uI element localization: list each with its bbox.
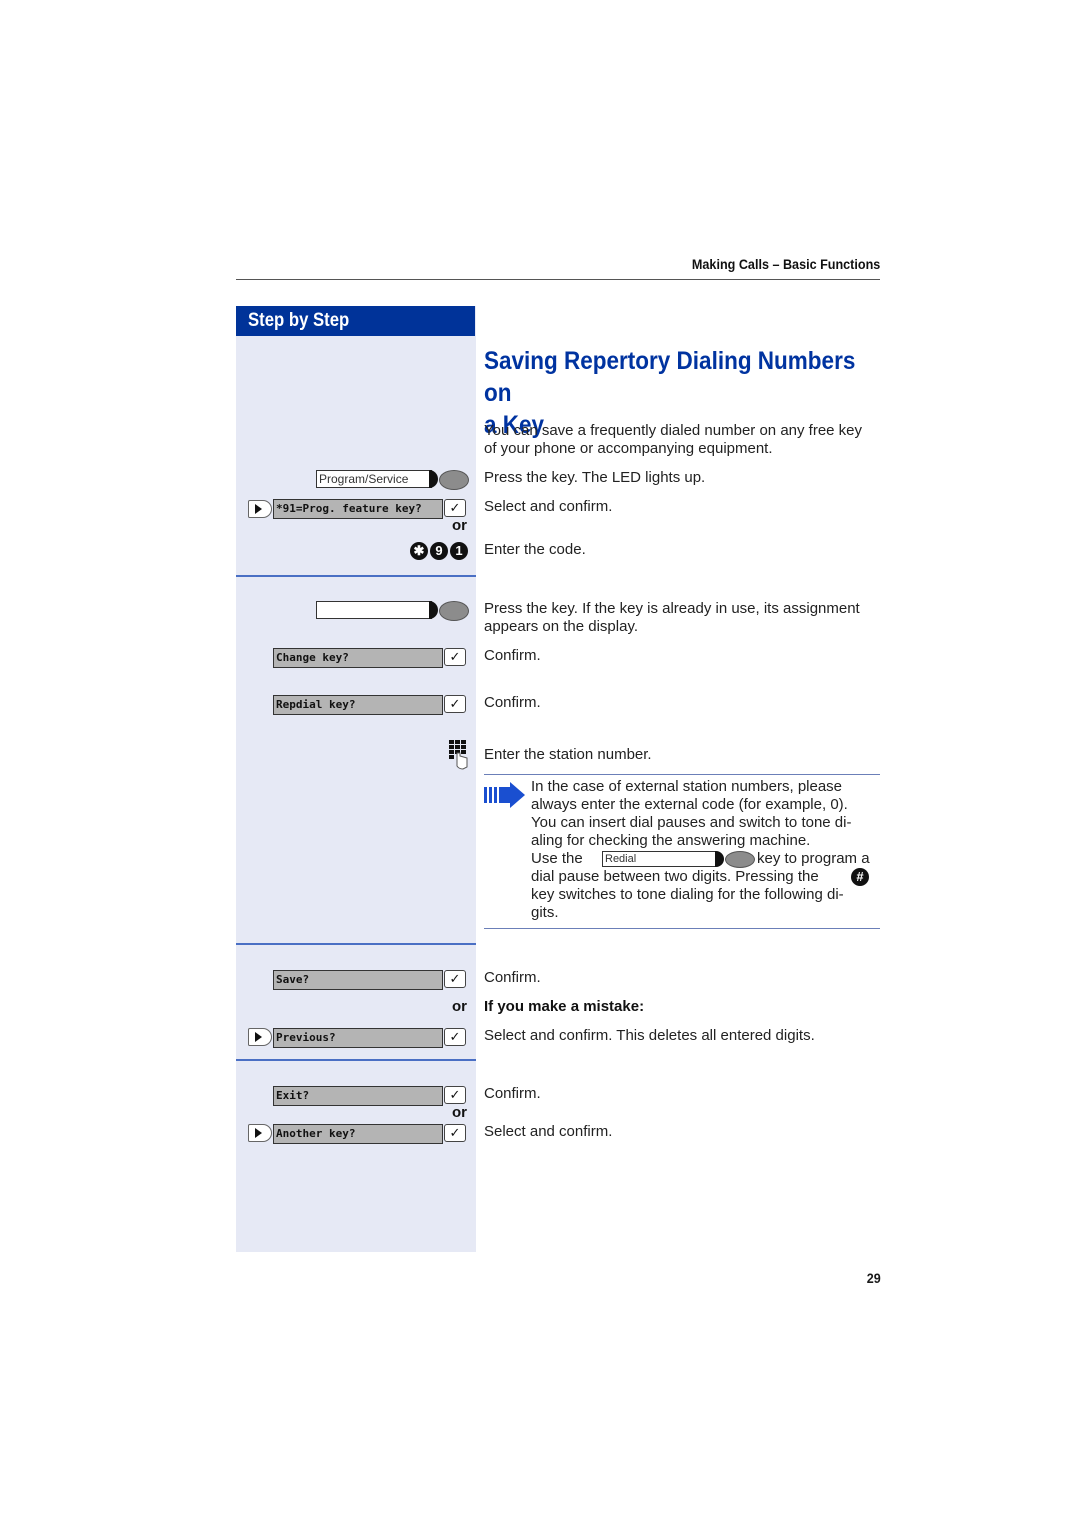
confirm-check-icon[interactable]: ✓	[444, 1028, 466, 1046]
free-key[interactable]	[316, 601, 432, 619]
step-by-step-column	[236, 306, 476, 1252]
step-separator	[236, 575, 476, 577]
step-by-step-heading: Step by Step	[236, 306, 475, 336]
confirm-check-icon[interactable]: ✓	[444, 970, 466, 988]
note-line: Use the Redial key to program a	[531, 850, 891, 868]
step-text: Select and confirm.	[484, 498, 613, 515]
note-line: key switches to tone dialing for the fol…	[531, 886, 844, 903]
note-bottom-rule	[484, 928, 880, 929]
note-line: dial pause between two digits. Pressing …	[531, 868, 891, 886]
scroll-arrow-icon[interactable]	[248, 1028, 272, 1046]
step-text: Confirm.	[484, 969, 541, 986]
scroll-arrow-icon[interactable]	[248, 1124, 272, 1142]
nine-key-icon: 9	[430, 542, 448, 560]
step-text: Enter the station number.	[484, 746, 652, 763]
star-key-icon: ✱	[410, 542, 428, 560]
note-use-the: Use the	[531, 850, 583, 867]
or-label: or	[452, 998, 467, 1015]
program-service-key[interactable]: Program/Service	[316, 470, 432, 488]
confirm-check-icon[interactable]: ✓	[444, 1124, 466, 1142]
note-dial-pause: dial pause between two digits. Pressing …	[531, 868, 819, 885]
lcd-exit[interactable]: Exit?	[273, 1086, 443, 1106]
lcd-another-key[interactable]: Another key?	[273, 1124, 443, 1144]
note-line: In the case of external station numbers,…	[531, 778, 843, 795]
step-text-line: appears on the display.	[484, 618, 638, 635]
step-text-line: Press the key. If the key is already in …	[484, 600, 860, 617]
note-line: aling for checking the answering machine…	[531, 832, 811, 849]
note-top-rule	[484, 774, 880, 775]
step-text: Select and confirm. This deletes all ent…	[484, 1027, 815, 1044]
scroll-arrow-icon[interactable]	[248, 500, 272, 518]
lcd-change-key[interactable]: Change key?	[273, 648, 443, 668]
intro-text: You can save a frequently dialed number …	[484, 422, 862, 458]
led-icon	[439, 470, 469, 490]
page-number: 29	[866, 1270, 881, 1286]
note-line: gits.	[531, 904, 559, 921]
step-text: Confirm.	[484, 694, 541, 711]
confirm-check-icon[interactable]: ✓	[444, 648, 466, 666]
step-separator	[236, 1059, 476, 1061]
confirm-check-icon[interactable]: ✓	[444, 1086, 466, 1104]
confirm-check-icon[interactable]: ✓	[444, 695, 466, 713]
lcd-save[interactable]: Save?	[273, 970, 443, 990]
mistake-heading: If you make a mistake:	[484, 998, 645, 1015]
note-line: You can insert dial pauses and switch to…	[531, 814, 852, 831]
intro-line-2: of your phone or accompanying equipment.	[484, 440, 773, 457]
header-divider	[236, 279, 880, 280]
program-service-key-label: Program/Service	[319, 472, 409, 486]
step-by-step-label: Step by Step	[248, 310, 350, 331]
or-label: or	[452, 517, 467, 534]
led-icon	[439, 601, 469, 621]
note-text: In the case of external station numbers,…	[531, 778, 891, 922]
hash-key-icon: #	[851, 868, 869, 886]
step-text: Enter the code.	[484, 541, 586, 558]
step-text: Confirm.	[484, 647, 541, 664]
step-separator	[236, 943, 476, 945]
note-key-to-program: key to program a	[757, 850, 870, 867]
lcd-prog-feature-key[interactable]: *91=Prog. feature key?	[273, 499, 443, 519]
note-line: always enter the external code (for exam…	[531, 796, 848, 813]
keypad-icon	[449, 740, 468, 770]
note-arrow-icon	[484, 782, 525, 808]
redial-key-label: Redial	[605, 853, 637, 865]
lcd-repdial-key[interactable]: Repdial key?	[273, 695, 443, 715]
led-icon	[725, 851, 755, 868]
title-line-1: Saving Repertory Dialing Numbers on	[484, 347, 856, 407]
key-cap-icon	[715, 851, 724, 867]
step-text: Select and confirm.	[484, 1123, 613, 1140]
or-label: or	[452, 1104, 467, 1121]
step-text: Press the key. The LED lights up.	[484, 469, 706, 486]
step-text: Press the key. If the key is already in …	[484, 600, 860, 636]
intro-line-1: You can save a frequently dialed number …	[484, 422, 863, 439]
step-text: Confirm.	[484, 1085, 541, 1102]
section-header: Making Calls – Basic Functions	[691, 256, 880, 272]
one-key-icon: 1	[450, 542, 468, 560]
redial-key[interactable]: Redial	[602, 851, 716, 867]
confirm-check-icon[interactable]: ✓	[444, 499, 466, 517]
lcd-previous[interactable]: Previous?	[273, 1028, 443, 1048]
